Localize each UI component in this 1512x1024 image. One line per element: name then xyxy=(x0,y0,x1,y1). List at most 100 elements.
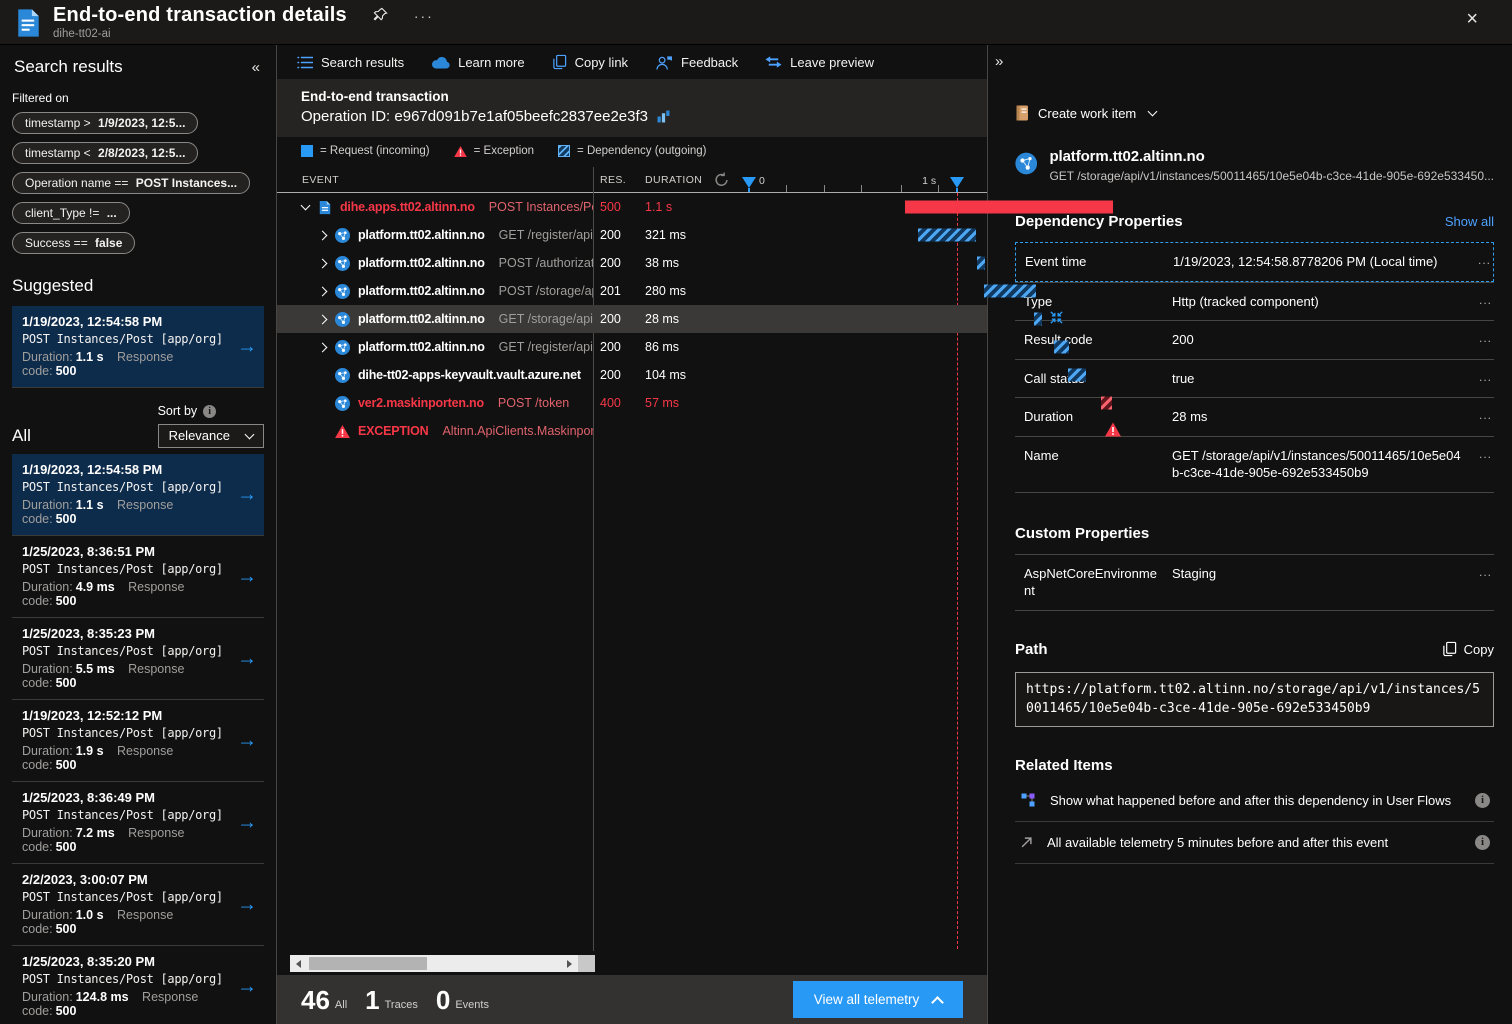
result-column-header[interactable]: RES. xyxy=(600,174,626,186)
gantt-lane xyxy=(749,333,987,361)
mini-chart-icon[interactable] xyxy=(657,110,670,123)
event-row[interactable]: dihe-tt02-apps-keyvault.vault.azure.net … xyxy=(277,361,987,389)
expand-chevron-icon[interactable] xyxy=(318,286,328,296)
close-icon[interactable]: × xyxy=(1466,8,1478,31)
more-options-icon[interactable]: ··· xyxy=(414,8,434,24)
expand-panel-icon[interactable]: » xyxy=(995,53,1003,70)
filter-field: Operation name == xyxy=(25,176,132,190)
gantt-bar-dependency xyxy=(977,257,985,270)
path-value[interactable]: https://platform.tt02.altinn.no/storage/… xyxy=(1015,672,1494,727)
cloud-icon xyxy=(431,56,450,69)
property-row: AspNetCoreEnvironment Staging ... xyxy=(1015,554,1494,611)
related-item-all-telemetry[interactable]: All available telemetry 5 minutes before… xyxy=(1015,822,1494,864)
view-all-telemetry-button[interactable]: View all telemetry xyxy=(793,981,963,1018)
more-actions-icon[interactable]: ... xyxy=(1466,370,1492,384)
custom-properties-heading: Custom Properties xyxy=(1015,525,1149,542)
search-result-item[interactable]: 2/2/2023, 3:00:07 PM POST Instances/Post… xyxy=(12,864,264,946)
event-row[interactable]: platform.tt02.altinn.no GET /register/ap… xyxy=(277,333,987,361)
search-result-item[interactable]: 1/19/2023, 12:54:58 PM POST Instances/Po… xyxy=(12,306,264,388)
event-row[interactable]: platform.tt02.altinn.no GET /register/ap… xyxy=(277,221,987,249)
search-result-item[interactable]: 1/25/2023, 8:36:49 PM POST Instances/Pos… xyxy=(12,782,264,864)
horizontal-scrollbar[interactable] xyxy=(290,955,578,972)
expand-chevron-icon[interactable] xyxy=(318,342,328,352)
command-bar: Search results Learn more Copy link Feed… xyxy=(277,45,987,79)
scroll-right-icon[interactable] xyxy=(567,960,572,968)
exception-marker-icon[interactable] xyxy=(1105,423,1121,440)
expand-chevron-icon[interactable] xyxy=(318,314,328,324)
open-result-arrow-icon[interactable]: → xyxy=(237,893,257,916)
gantt-bar-error xyxy=(905,201,1113,214)
open-result-arrow-icon[interactable]: → xyxy=(237,975,257,998)
feedback-button[interactable]: Feedback xyxy=(655,55,738,70)
more-actions-icon[interactable]: ... xyxy=(1465,253,1491,267)
event-row[interactable]: ver2.maskinporten.no POST /token 400 57 … xyxy=(277,389,987,417)
duration-column-header[interactable]: DURATION xyxy=(645,174,702,186)
more-actions-icon[interactable]: ... xyxy=(1466,408,1492,422)
result-meta: Duration:124.8 ms Response code:500 xyxy=(22,990,238,1018)
gantt-bar-dependency xyxy=(1054,341,1069,354)
expand-chevron-icon[interactable] xyxy=(301,200,311,210)
filter-pill[interactable]: timestamp < 2/8/2023, 12:5... xyxy=(12,142,198,164)
search-results-button[interactable]: Search results xyxy=(297,55,404,70)
search-result-item[interactable]: 1/25/2023, 8:35:20 PM POST Instances/Pos… xyxy=(12,946,264,1024)
event-row[interactable]: dihe.apps.tt02.altinn.no POST Instances/… xyxy=(277,193,987,221)
leave-preview-button[interactable]: Leave preview xyxy=(765,55,874,70)
event-row[interactable]: platform.tt02.altinn.no POST /authorizat… xyxy=(277,249,987,277)
info-icon[interactable]: i xyxy=(1475,793,1490,808)
expand-chevron-icon[interactable] xyxy=(318,258,328,268)
info-icon[interactable]: i xyxy=(1475,835,1490,850)
event-column-header[interactable]: EVENT xyxy=(302,174,339,186)
focus-collapse-icon[interactable] xyxy=(1049,310,1064,328)
filter-value: ... xyxy=(107,206,117,220)
scroll-left-icon[interactable] xyxy=(296,960,301,968)
more-actions-icon[interactable]: ... xyxy=(1466,293,1492,307)
more-actions-icon[interactable]: ... xyxy=(1466,565,1492,579)
search-result-item[interactable]: 1/25/2023, 8:35:23 PM POST Instances/Pos… xyxy=(12,618,264,700)
event-row[interactable]: platform.tt02.altinn.no POST /storage/ap… xyxy=(277,277,987,305)
collapse-sidebar-icon[interactable]: « xyxy=(252,59,260,76)
copy-path-button[interactable]: Copy xyxy=(1442,641,1494,657)
dependency-request-name: GET /storage/api/v1/instances/50011465/1… xyxy=(1049,169,1494,183)
transaction-title: End-to-end transaction xyxy=(301,89,963,104)
open-result-arrow-icon[interactable]: → xyxy=(237,811,257,834)
event-row[interactable]: platform.tt02.altinn.no GET /storage/api… xyxy=(277,305,987,333)
sort-by-dropdown[interactable]: Relevance xyxy=(158,424,264,448)
open-result-arrow-icon[interactable]: → xyxy=(237,565,257,588)
open-result-arrow-icon[interactable]: → xyxy=(237,335,257,358)
search-result-item[interactable]: 1/19/2023, 12:52:12 PM POST Instances/Po… xyxy=(12,700,264,782)
time-filter-handle-end[interactable] xyxy=(950,177,964,192)
filter-pill[interactable]: Operation name == POST Instances... xyxy=(12,172,250,194)
create-work-item-button[interactable]: Create work item xyxy=(1015,105,1494,121)
transaction-details-doc-icon xyxy=(16,8,41,43)
more-actions-icon[interactable]: ... xyxy=(1466,447,1492,461)
property-value: 200 xyxy=(1172,331,1466,349)
search-result-item[interactable]: 1/19/2023, 12:54:58 PM POST Instances/Po… xyxy=(12,454,264,536)
pin-icon[interactable] xyxy=(373,7,388,27)
open-result-arrow-icon[interactable]: → xyxy=(237,729,257,752)
open-result-arrow-icon[interactable]: → xyxy=(237,483,257,506)
remote-dependency-icon xyxy=(335,312,350,327)
copy-link-button[interactable]: Copy link xyxy=(552,54,628,70)
search-result-item[interactable]: 1/25/2023, 8:36:51 PM POST Instances/Pos… xyxy=(12,536,264,618)
details-panel: » Create work item platform.tt02.altinn.… xyxy=(987,45,1512,1024)
filter-pill[interactable]: timestamp > 1/9/2023, 12:5... xyxy=(12,112,198,134)
filter-pill[interactable]: Success == false xyxy=(12,232,135,254)
scrollbar-thumb[interactable] xyxy=(309,957,427,970)
filter-pill[interactable]: client_Type != ... xyxy=(12,202,130,224)
gantt-bar-dependency xyxy=(1034,313,1042,326)
related-item-user-flows[interactable]: Show what happened before and after this… xyxy=(1015,780,1494,822)
axis-tick xyxy=(901,185,902,192)
event-cell: platform.tt02.altinn.no GET /storage/api… xyxy=(277,312,593,327)
learn-more-button[interactable]: Learn more xyxy=(431,55,524,70)
more-actions-icon[interactable]: ... xyxy=(1466,331,1492,345)
event-row[interactable]: EXCEPTION Altinn.ApiClients.Maskinporten… xyxy=(277,417,987,445)
time-filter-handle-start[interactable] xyxy=(742,177,756,192)
open-result-arrow-icon[interactable]: → xyxy=(237,647,257,670)
operation-id-line: Operation ID: e967d091b7e1af05beefc2837e… xyxy=(301,108,963,125)
reset-zoom-icon[interactable] xyxy=(714,172,729,190)
expand-chevron-icon[interactable] xyxy=(318,230,328,240)
show-all-link[interactable]: Show all xyxy=(1445,214,1494,229)
event-cell: EXCEPTION Altinn.ApiClients.Maskinporten… xyxy=(277,424,593,438)
swap-arrows-icon xyxy=(765,56,782,68)
event-operation: POST /token xyxy=(498,396,569,410)
